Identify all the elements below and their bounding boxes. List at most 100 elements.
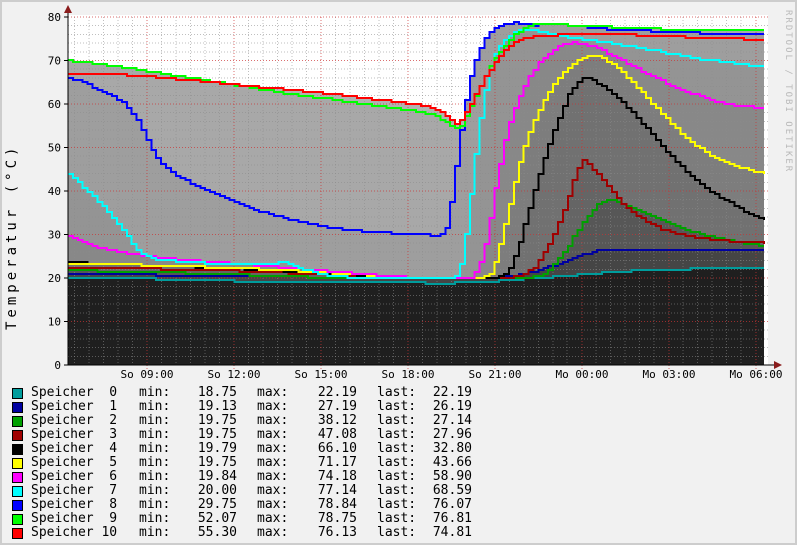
rrdtool-graph-window: Temperatur (°C) 0 10 20 30 40 50 60 70 80 So 09:0… bbox=[0, 0, 797, 545]
legend-swatch bbox=[12, 457, 23, 469]
legend-last-value: 22.19 bbox=[432, 385, 472, 400]
legend-min-value: 29.75 bbox=[197, 497, 237, 512]
legend-row-speicher-6: Speicher 6 min: 19.84 max: 74.18 last: 58.90 bbox=[2, 470, 795, 484]
legend-max-label: max: bbox=[257, 525, 289, 540]
legend-row-speicher-10: Speicher 10 min: 55.30 max: 76.13 last: 74.81 bbox=[2, 526, 795, 540]
legend-swatch bbox=[12, 415, 23, 427]
legend-min-label: min: bbox=[139, 455, 171, 470]
watermark-text: RRDTOOL / TOBI OETIKER bbox=[783, 10, 793, 174]
x-axis-label: So 12:00 bbox=[207, 368, 260, 381]
legend-min-value: 19.75 bbox=[197, 427, 237, 442]
legend-max-value: 74.18 bbox=[317, 469, 357, 484]
legend-max-value: 71.17 bbox=[317, 455, 357, 470]
y-axis-label: 70 bbox=[48, 55, 61, 68]
legend-last-label: last: bbox=[377, 399, 417, 414]
legend-last-label: last: bbox=[377, 427, 417, 442]
legend-min-value: 18.75 bbox=[197, 385, 237, 400]
legend-series-name: Speicher 10 bbox=[31, 525, 118, 540]
x-axis-label: Mo 00:00 bbox=[556, 368, 609, 381]
legend-min-label: min: bbox=[139, 427, 171, 442]
legend-min-value: 19.75 bbox=[197, 413, 237, 428]
legend-row-speicher-2: Speicher 2 min: 19.75 max: 38.12 last: 27.14 bbox=[2, 414, 795, 428]
legend-series-name: Speicher 6 bbox=[31, 469, 118, 484]
legend-last-value: 76.07 bbox=[432, 497, 472, 512]
legend-last-value: 76.81 bbox=[432, 511, 472, 526]
legend-last-label: last: bbox=[377, 469, 417, 484]
legend-min-label: min: bbox=[139, 441, 171, 456]
legend-series-name: Speicher 3 bbox=[31, 427, 118, 442]
legend-row-speicher-3: Speicher 3 min: 19.75 max: 47.08 last: 27.96 bbox=[2, 428, 795, 442]
legend-max-value: 66.10 bbox=[317, 441, 357, 456]
y-axis-label: 40 bbox=[48, 185, 61, 198]
legend-series-name: Speicher 2 bbox=[31, 413, 118, 428]
legend-max-label: max: bbox=[257, 469, 289, 484]
x-axis-label: So 21:00 bbox=[469, 368, 522, 381]
legend-min-value: 19.75 bbox=[197, 455, 237, 470]
y-axis-label: 10 bbox=[48, 316, 61, 329]
legend-series-name: Speicher 4 bbox=[31, 441, 118, 456]
legend-last-label: last: bbox=[377, 455, 417, 470]
legend-min-label: min: bbox=[139, 399, 171, 414]
legend-row-speicher-4: Speicher 4 min: 19.79 max: 66.10 last: 32.80 bbox=[2, 442, 795, 456]
legend-max-label: max: bbox=[257, 511, 289, 526]
y-axis-label: 20 bbox=[48, 272, 61, 285]
legend-last-value: 74.81 bbox=[432, 525, 472, 540]
legend-last-value: 43.66 bbox=[432, 455, 472, 470]
legend-min-value: 19.13 bbox=[197, 399, 237, 414]
legend-max-value: 47.08 bbox=[317, 427, 357, 442]
legend-last-label: last: bbox=[377, 525, 417, 540]
legend-series-name: Speicher 7 bbox=[31, 483, 118, 498]
legend-series-name: Speicher 9 bbox=[31, 511, 118, 526]
legend-min-label: min: bbox=[139, 413, 171, 428]
legend-swatch bbox=[12, 499, 23, 511]
legend-row-speicher-9: Speicher 9 min: 52.07 max: 78.75 last: 76.81 bbox=[2, 512, 795, 526]
legend-swatch bbox=[12, 387, 23, 399]
x-axis-label: So 09:00 bbox=[121, 368, 174, 381]
legend-max-value: 78.84 bbox=[317, 497, 357, 512]
legend-min-value: 55.30 bbox=[197, 525, 237, 540]
legend-min-label: min: bbox=[139, 497, 171, 512]
legend-min-label: min: bbox=[139, 385, 171, 400]
legend-swatch bbox=[12, 513, 23, 525]
x-axis-label: Mo 03:00 bbox=[643, 368, 696, 381]
legend-row-speicher-8: Speicher 8 min: 29.75 max: 78.84 last: 76.07 bbox=[2, 498, 795, 512]
legend-max-value: 76.13 bbox=[317, 525, 357, 540]
y-axis-label: 50 bbox=[48, 142, 61, 155]
legend-max-value: 77.14 bbox=[317, 483, 357, 498]
legend-row-speicher-0: Speicher 0 min: 18.75 max: 22.19 last: 22.19 bbox=[2, 386, 795, 400]
legend-swatch bbox=[12, 485, 23, 497]
y-axis-label: 80 bbox=[48, 11, 61, 24]
legend-max-label: max: bbox=[257, 497, 289, 512]
y-axis-arrow bbox=[64, 5, 72, 13]
legend-last-label: last: bbox=[377, 441, 417, 456]
y-axis-label: 60 bbox=[48, 98, 61, 111]
legend-row-speicher-5: Speicher 5 min: 19.75 max: 71.17 last: 43.66 bbox=[2, 456, 795, 470]
y-axis-label: 30 bbox=[48, 229, 61, 242]
legend-min-label: min: bbox=[139, 511, 171, 526]
legend-last-label: last: bbox=[377, 385, 417, 400]
legend-last-label: last: bbox=[377, 497, 417, 512]
legend-last-value: 32.80 bbox=[432, 441, 472, 456]
legend-max-label: max: bbox=[257, 427, 289, 442]
y-axis-label: 0 bbox=[54, 359, 61, 372]
legend-swatch bbox=[12, 429, 23, 441]
legend-row-speicher-7: Speicher 7 min: 20.00 max: 77.14 last: 68.59 bbox=[2, 484, 795, 498]
legend-last-label: last: bbox=[377, 483, 417, 498]
legend-max-value: 38.12 bbox=[317, 413, 357, 428]
x-axis-label: So 18:00 bbox=[381, 368, 434, 381]
legend-series-name: Speicher 0 bbox=[31, 385, 118, 400]
legend-min-label: min: bbox=[139, 483, 171, 498]
legend-swatch bbox=[12, 527, 23, 539]
legend-last-value: 27.96 bbox=[432, 427, 472, 442]
legend-swatch bbox=[12, 443, 23, 455]
legend-min-label: min: bbox=[139, 525, 171, 540]
legend-last-value: 26.19 bbox=[432, 399, 472, 414]
legend: Speicher 0 min: 18.75 max: 22.19 last: 22.19 Sp… bbox=[2, 386, 795, 540]
legend-min-label: min: bbox=[139, 469, 171, 484]
legend-last-value: 58.90 bbox=[432, 469, 472, 484]
legend-last-value: 68.59 bbox=[432, 483, 472, 498]
legend-swatch bbox=[12, 471, 23, 483]
legend-max-value: 27.19 bbox=[317, 399, 357, 414]
legend-series-name: Speicher 1 bbox=[31, 399, 118, 414]
legend-last-value: 27.14 bbox=[432, 413, 472, 428]
